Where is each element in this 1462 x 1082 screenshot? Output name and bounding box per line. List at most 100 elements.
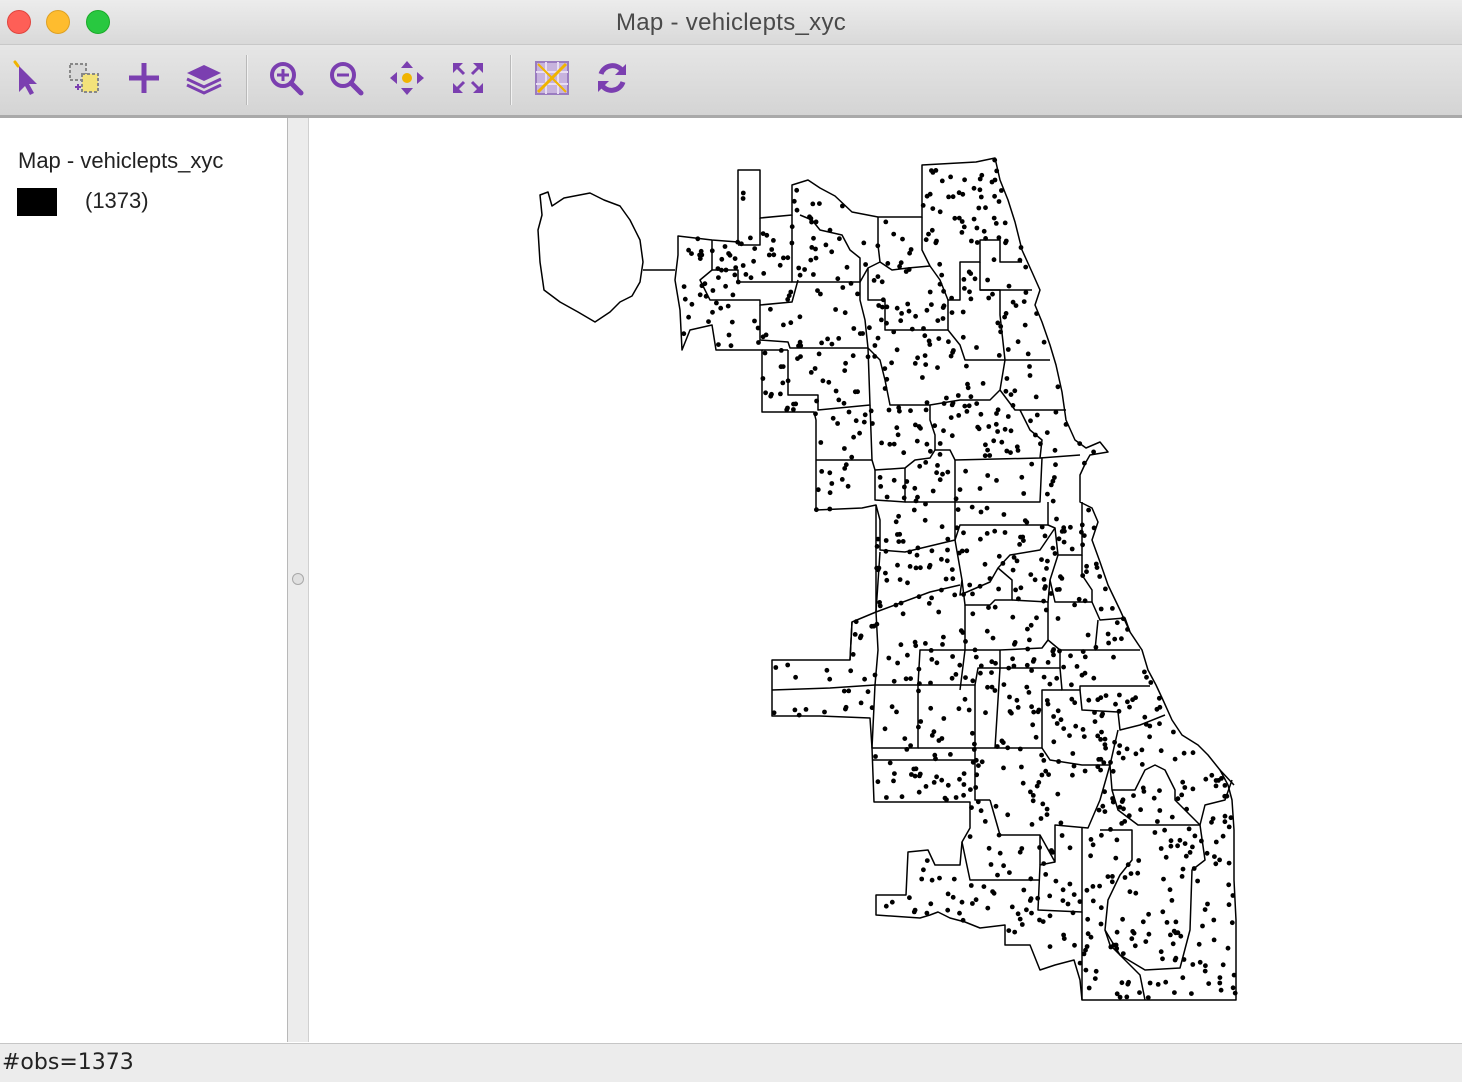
vehicle-point[interactable] <box>1029 668 1034 673</box>
vehicle-point[interactable] <box>1230 985 1236 991</box>
vehicle-point[interactable] <box>968 883 974 888</box>
vehicle-point[interactable] <box>980 381 986 386</box>
vehicle-point[interactable] <box>1112 739 1117 745</box>
vehicle-point[interactable] <box>1008 428 1014 434</box>
vehicle-point[interactable] <box>1131 930 1137 936</box>
vehicle-point[interactable] <box>880 297 886 303</box>
vehicle-point[interactable] <box>1034 615 1039 621</box>
vehicle-point[interactable] <box>723 283 728 289</box>
add-layer-button[interactable] <box>121 55 167 101</box>
vehicle-point[interactable] <box>1043 584 1048 589</box>
vehicle-point[interactable] <box>808 257 814 263</box>
vehicle-point[interactable] <box>984 505 990 511</box>
zoom-in-button[interactable] <box>263 55 309 101</box>
vehicle-point[interactable] <box>1211 917 1217 923</box>
vehicle-point[interactable] <box>883 219 889 225</box>
vehicle-point[interactable] <box>929 595 934 601</box>
vehicle-point[interactable] <box>1010 656 1015 662</box>
vehicle-point[interactable] <box>934 774 939 780</box>
vehicle-point[interactable] <box>878 484 884 489</box>
vehicle-point[interactable] <box>1173 955 1179 961</box>
vehicle-point[interactable] <box>760 334 766 340</box>
vehicle-point[interactable] <box>916 594 922 600</box>
vehicle-point[interactable] <box>963 639 968 644</box>
vehicle-point[interactable] <box>880 304 885 310</box>
vehicle-point[interactable] <box>1092 976 1098 981</box>
vehicle-point[interactable] <box>1099 729 1104 735</box>
vehicle-point[interactable] <box>875 243 881 249</box>
vehicle-point[interactable] <box>1226 860 1232 866</box>
vehicle-point[interactable] <box>1125 627 1130 632</box>
vehicle-point[interactable] <box>948 415 954 420</box>
vehicle-point[interactable] <box>814 398 819 404</box>
vehicle-point[interactable] <box>1105 874 1111 879</box>
vehicle-point[interactable] <box>971 185 977 191</box>
vehicle-point[interactable] <box>876 565 882 571</box>
vehicle-point[interactable] <box>986 845 992 851</box>
vehicle-point[interactable] <box>699 283 705 289</box>
legend-swatch[interactable] <box>17 188 57 216</box>
vehicle-point[interactable] <box>728 343 734 349</box>
vehicle-point[interactable] <box>1025 351 1031 357</box>
vehicle-point[interactable] <box>944 558 950 564</box>
vehicle-point[interactable] <box>689 301 695 307</box>
vehicle-point[interactable] <box>961 792 966 798</box>
vehicle-point[interactable] <box>1092 710 1097 715</box>
vehicle-point[interactable] <box>1067 881 1073 887</box>
vehicle-point[interactable] <box>883 570 888 576</box>
vehicle-point[interactable] <box>1098 921 1104 927</box>
vehicle-point[interactable] <box>1022 322 1028 328</box>
vehicle-point[interactable] <box>1168 843 1174 849</box>
vehicle-point[interactable] <box>1055 616 1061 621</box>
vehicle-point[interactable] <box>895 432 901 438</box>
vehicle-point[interactable] <box>1016 596 1021 602</box>
vehicle-point[interactable] <box>1093 644 1099 650</box>
vehicle-point[interactable] <box>1041 339 1047 345</box>
vehicle-point[interactable] <box>1023 290 1029 295</box>
vehicle-point[interactable] <box>808 370 814 375</box>
vehicle-point[interactable] <box>1053 878 1059 884</box>
vehicle-point[interactable] <box>1036 780 1042 785</box>
vehicle-point[interactable] <box>1120 755 1126 761</box>
vehicle-point[interactable] <box>912 361 918 366</box>
vehicle-point[interactable] <box>1068 653 1073 659</box>
vehicle-point[interactable] <box>1054 516 1059 522</box>
vehicle-point[interactable] <box>929 168 934 174</box>
vehicle-point[interactable] <box>941 428 946 434</box>
vehicle-point[interactable] <box>1120 916 1125 922</box>
vehicle-point[interactable] <box>969 805 974 810</box>
vehicle-point[interactable] <box>1012 388 1018 394</box>
vehicle-point[interactable] <box>1081 533 1087 538</box>
vehicle-point[interactable] <box>848 668 854 674</box>
vehicle-point[interactable] <box>1047 681 1053 687</box>
vehicle-point[interactable] <box>1108 760 1113 765</box>
vehicle-point[interactable] <box>1096 807 1102 813</box>
vehicle-point[interactable] <box>1051 739 1057 745</box>
vehicle-point[interactable] <box>1037 845 1042 850</box>
vehicle-point[interactable] <box>942 795 948 801</box>
vehicle-point[interactable] <box>915 355 920 361</box>
vehicle-point[interactable] <box>1070 772 1075 778</box>
vehicle-point[interactable] <box>903 676 909 682</box>
vehicle-point[interactable] <box>951 876 957 882</box>
vehicle-point[interactable] <box>956 215 962 221</box>
vehicle-point[interactable] <box>875 779 881 785</box>
vehicle-point[interactable] <box>1212 854 1217 859</box>
vehicle-point[interactable] <box>946 339 951 345</box>
vehicle-point[interactable] <box>1051 714 1056 719</box>
vehicle-point[interactable] <box>990 291 995 297</box>
vehicle-point[interactable] <box>1169 814 1175 820</box>
vehicle-point[interactable] <box>1099 832 1104 838</box>
vehicle-point[interactable] <box>1116 708 1122 714</box>
vehicle-point[interactable] <box>946 194 951 200</box>
vehicle-point[interactable] <box>949 310 955 315</box>
vehicle-point[interactable] <box>916 724 921 730</box>
vehicle-point[interactable] <box>989 684 995 690</box>
vehicle-point[interactable] <box>798 354 803 359</box>
vehicle-point[interactable] <box>1191 866 1197 871</box>
vehicle-point[interactable] <box>1015 339 1021 345</box>
vehicle-point[interactable] <box>933 240 939 246</box>
vehicle-point[interactable] <box>1065 901 1071 907</box>
vehicle-point[interactable] <box>865 354 871 360</box>
layers-button[interactable] <box>181 55 227 101</box>
